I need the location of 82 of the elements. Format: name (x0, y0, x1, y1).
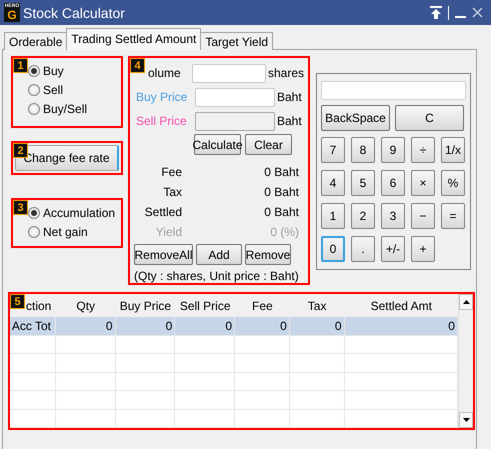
calculator-key[interactable]: 9 (381, 137, 405, 163)
result-value: 0 Baht (263, 165, 300, 179)
table-cell: 0 (175, 317, 235, 335)
separator-icon (448, 6, 449, 20)
radio-option[interactable]: Accumulation (28, 206, 121, 220)
column-header[interactable]: Fee (235, 298, 290, 313)
list-button[interactable]: RemoveAll (134, 244, 193, 265)
input-field[interactable] (192, 64, 266, 82)
scrollbar[interactable] (458, 294, 473, 428)
calculator-key[interactable]: BackSpace (321, 105, 390, 131)
calculator-key[interactable]: 0 (321, 236, 345, 262)
result-label: Tax (162, 185, 182, 199)
calculator-key[interactable]: 7 (321, 137, 345, 163)
calculator-key[interactable]: C (395, 105, 464, 131)
table-cell: 0 (56, 317, 116, 335)
field-label: Sell Price (135, 114, 188, 128)
list-button[interactable]: Remove (245, 244, 291, 265)
window-title: Stock Calculator (23, 4, 125, 20)
pin-icon[interactable] (430, 6, 442, 19)
annotation-badge: 4 (130, 58, 145, 73)
result-value: 0 Baht (263, 185, 300, 199)
column-header[interactable]: Settled Amt (344, 298, 458, 313)
result-label: Yield (154, 225, 182, 239)
tab[interactable]: Target Yield (200, 32, 274, 50)
result-label: Fee (160, 165, 182, 179)
action-button[interactable]: Clear (245, 134, 292, 155)
result-value: 0 Baht (263, 205, 300, 219)
unit-note: (Qty : shares, Unit price : Baht) (134, 269, 300, 283)
table-row[interactable]: Acc Tot 0 0 0 0 0 0 (10, 317, 458, 336)
input-field[interactable] (195, 88, 275, 106)
result-value: 0 (%) (269, 225, 300, 239)
unit-label: shares (268, 66, 304, 80)
close-icon[interactable] (472, 7, 483, 18)
unit-label: Baht (277, 114, 302, 128)
calculator-key[interactable]: 4 (321, 170, 345, 196)
calculator-key[interactable]: − (411, 203, 435, 229)
radio-button[interactable] (28, 84, 40, 96)
field-label: olume (147, 66, 182, 80)
column-header[interactable]: ction (26, 298, 56, 313)
calculator-key[interactable]: +/- (381, 236, 405, 262)
radio-option[interactable]: Net gain (28, 225, 121, 239)
calculator-key[interactable]: × (411, 170, 435, 196)
radio-option[interactable]: Buy (28, 64, 121, 78)
list-button[interactable]: Add (196, 244, 242, 265)
radio-option[interactable]: Buy/Sell (28, 102, 121, 116)
column-header[interactable]: Buy Price (116, 298, 176, 313)
unit-label: Baht (277, 90, 302, 104)
annotation-badge: 1 (13, 58, 28, 73)
result-label: Settled (144, 205, 182, 219)
scroll-down-icon[interactable] (462, 418, 470, 422)
annotation-badge: 5 (10, 294, 25, 309)
radio-button[interactable] (28, 226, 40, 238)
calculator-key[interactable]: + (411, 236, 435, 262)
calculator-key[interactable]: 1 (321, 203, 345, 229)
calculator-key[interactable]: 3 (381, 203, 405, 229)
scroll-up-icon[interactable] (462, 300, 470, 304)
calculator-key[interactable]: 2 (351, 203, 375, 229)
radio-button[interactable] (28, 65, 40, 77)
table-cell: 0 (290, 317, 344, 335)
table-cell: 0 (235, 317, 290, 335)
calculator-key[interactable]: . (351, 236, 375, 262)
radio-button[interactable] (28, 207, 40, 219)
table-cell: Acc Tot (10, 317, 56, 335)
calculator-key[interactable]: 1/x (441, 137, 465, 163)
column-header[interactable]: Qty (56, 298, 116, 313)
column-header[interactable]: Sell Price (175, 298, 236, 313)
table-cell: 0 (116, 317, 176, 335)
action-button[interactable]: Calculate (194, 134, 241, 155)
calculator-key[interactable]: % (441, 170, 465, 196)
calculator-key[interactable]: 5 (351, 170, 375, 196)
column-header[interactable]: Tax (290, 298, 345, 313)
radio-button[interactable] (28, 103, 40, 115)
tab[interactable]: Orderable (4, 32, 68, 50)
calculator-key[interactable]: ÷ (411, 137, 435, 163)
calculator-key[interactable]: 6 (381, 170, 405, 196)
radio-option[interactable]: Sell (28, 83, 121, 97)
annotation-badge: 2 (13, 143, 28, 158)
field-label: Buy Price (135, 90, 188, 104)
calculator-key[interactable]: = (441, 203, 465, 229)
calculator-key[interactable]: 8 (351, 137, 375, 163)
annotation-badge: 3 (13, 200, 28, 215)
tab[interactable]: Trading Settled Amount (66, 28, 202, 50)
